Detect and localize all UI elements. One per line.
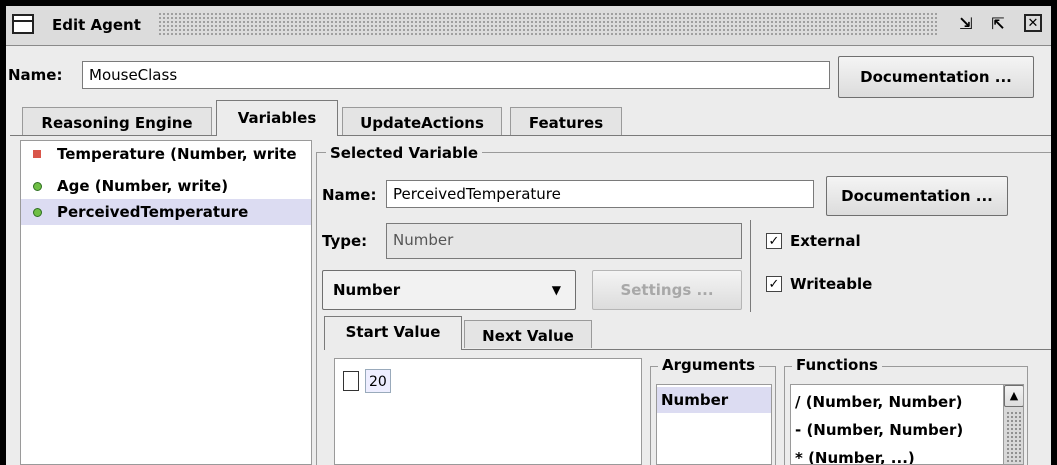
- selected-variable-title: Selected Variable: [326, 144, 483, 162]
- maximize-icon[interactable]: ⇱: [988, 14, 1008, 34]
- variable-circle-marker-icon: [33, 182, 42, 191]
- vertical-divider: [750, 220, 751, 312]
- external-checkbox[interactable]: ✓: [766, 233, 782, 249]
- variable-item-label: Age (Number, write): [57, 177, 229, 195]
- close-icon[interactable]: ✕: [1024, 14, 1042, 32]
- type-field: Number: [386, 223, 742, 259]
- tab-next-value[interactable]: Next Value: [464, 320, 592, 348]
- window-icon: [12, 14, 34, 34]
- settings-button[interactable]: Settings ...: [592, 270, 742, 310]
- functions-list[interactable]: / (Number, Number) - (Number, Number) * …: [790, 384, 1024, 465]
- chevron-down-icon: ▼: [551, 283, 561, 297]
- agent-documentation-button[interactable]: Documentation ...: [838, 56, 1034, 98]
- variable-name-field[interactable]: PerceivedTemperature: [386, 180, 814, 208]
- arguments-list[interactable]: Number: [656, 384, 772, 465]
- variable-item-label: PerceivedTemperature: [57, 203, 249, 221]
- tab-variables[interactable]: Variables: [216, 100, 338, 136]
- functions-scrollbar[interactable]: ▲: [1003, 385, 1023, 464]
- variable-documentation-button[interactable]: Documentation ...: [826, 176, 1008, 216]
- title-grip[interactable]: [158, 12, 938, 36]
- variable-circle-marker-icon: [33, 208, 42, 217]
- document-icon: [343, 371, 359, 391]
- expression-tree[interactable]: 20: [334, 358, 642, 465]
- function-item[interactable]: * (Number, ...): [795, 445, 915, 464]
- variable-square-marker-icon: [33, 150, 41, 158]
- variable-item-temperature[interactable]: Temperature (Number, write: [21, 141, 311, 167]
- tab-divider: [10, 135, 1051, 136]
- function-item[interactable]: / (Number, Number): [795, 389, 962, 415]
- argument-item[interactable]: Number: [657, 387, 771, 413]
- tab-reasoning-engine[interactable]: Reasoning Engine: [22, 107, 212, 135]
- variable-list[interactable]: Temperature (Number, write Age (Number, …: [20, 140, 312, 465]
- variable-item-perceived-temperature[interactable]: PerceivedTemperature: [21, 199, 311, 225]
- function-item[interactable]: - (Number, Number): [795, 417, 963, 443]
- type-select-value: Number: [333, 281, 401, 299]
- functions-title: Functions: [792, 356, 882, 374]
- agent-name-field[interactable]: MouseClass: [82, 61, 830, 89]
- type-select[interactable]: Number ▼: [322, 270, 576, 310]
- external-label: External: [790, 232, 861, 250]
- writeable-label: Writeable: [790, 275, 873, 293]
- window-title: Edit Agent: [52, 16, 141, 34]
- arguments-title: Arguments: [658, 356, 760, 374]
- type-label: Type:: [322, 232, 368, 250]
- variable-item-age[interactable]: Age (Number, write): [21, 173, 311, 199]
- variable-item-label: Temperature (Number, write: [57, 145, 297, 163]
- tab-update-actions[interactable]: UpdateActions: [342, 107, 502, 135]
- variable-name-label: Name:: [322, 186, 377, 204]
- tab-features[interactable]: Features: [510, 107, 622, 135]
- scroll-track[interactable]: [1006, 411, 1022, 464]
- writeable-checkbox[interactable]: ✓: [766, 276, 782, 292]
- expression-node[interactable]: 20: [365, 369, 391, 393]
- agent-name-label: Name:: [8, 66, 63, 84]
- restore-icon[interactable]: ⇲: [956, 14, 976, 34]
- tab-start-value[interactable]: Start Value: [324, 316, 462, 350]
- scroll-up-icon[interactable]: ▲: [1004, 385, 1023, 407]
